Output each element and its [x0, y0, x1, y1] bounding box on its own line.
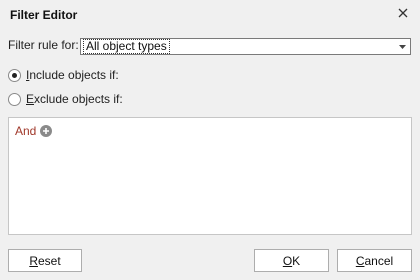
- include-option[interactable]: Include objects if:: [8, 68, 119, 82]
- object-type-value: All object types: [83, 39, 170, 54]
- include-radio[interactable]: [8, 68, 21, 82]
- criteria-group-row: And: [15, 124, 53, 138]
- ok-button[interactable]: OK: [254, 249, 329, 272]
- radio-selected-dot: [12, 72, 17, 78]
- dropdown-button[interactable]: [394, 39, 410, 54]
- filter-rule-label: Filter rule for:: [8, 38, 79, 52]
- exclude-radio[interactable]: [8, 92, 21, 106]
- object-type-select[interactable]: All object types: [80, 38, 411, 55]
- group-operator[interactable]: And: [15, 124, 36, 138]
- reset-button[interactable]: Reset: [8, 249, 82, 272]
- exclude-option[interactable]: Exclude objects if:: [8, 92, 123, 106]
- filter-editor-dialog: Filter Editor Filter rule for: All objec…: [0, 0, 420, 280]
- criteria-panel: And: [8, 117, 412, 235]
- close-button[interactable]: [392, 2, 414, 24]
- close-icon: [398, 8, 408, 18]
- dialog-title: Filter Editor: [10, 8, 78, 22]
- plus-circle-icon: [43, 128, 50, 134]
- chevron-down-icon: [398, 44, 406, 49]
- cancel-button[interactable]: Cancel: [337, 249, 412, 272]
- exclude-label: Exclude objects if:: [26, 92, 123, 106]
- filter-rule-row: Filter rule for:: [8, 38, 79, 52]
- add-condition-button[interactable]: [40, 125, 53, 137]
- include-label: Include objects if:: [26, 68, 119, 82]
